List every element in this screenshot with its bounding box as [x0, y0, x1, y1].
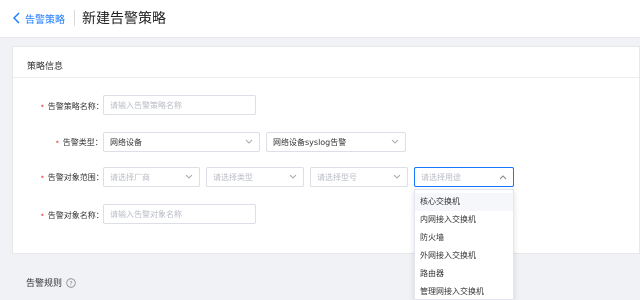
back-link-label: 告警策略	[25, 14, 65, 26]
dropdown-option[interactable]: 核心交换机	[415, 193, 513, 211]
vendor-select[interactable]: 请选择厂商	[103, 167, 200, 187]
required-mark: •	[40, 211, 45, 220]
device-type-select[interactable]: 请选择类型	[206, 167, 304, 187]
alarm-object-label: • 告警对象名称：	[40, 211, 104, 220]
dropdown-option[interactable]: 防火墙	[415, 229, 513, 247]
dropdown-option[interactable]: 管理网接入交换机	[415, 283, 513, 300]
back-link[interactable]: 告警策略	[12, 10, 65, 26]
alarm-scope-label: • 告警对象范围：	[40, 173, 104, 182]
page-title: 新建告警策略	[82, 11, 166, 27]
chevron-down-icon	[391, 139, 399, 144]
dropdown-option[interactable]: 路由器	[415, 265, 513, 283]
strategy-name-label: • 告警策略名称：	[40, 102, 104, 111]
chevron-down-icon	[393, 174, 401, 179]
strategy-name-input[interactable]: 请输入告警策略名称	[103, 95, 256, 115]
alarm-object-input[interactable]: 请输入告警对象名称	[103, 204, 256, 224]
help-icon[interactable]: ?	[66, 277, 76, 288]
chevron-down-icon	[289, 174, 297, 179]
svg-text:?: ?	[69, 279, 72, 287]
alarm-subtype-select[interactable]: 网络设备syslog告警	[266, 132, 406, 152]
header-divider	[74, 10, 75, 26]
required-mark: •	[55, 138, 60, 147]
model-select[interactable]: 请选择型号	[310, 167, 408, 187]
chevron-down-icon	[245, 139, 253, 144]
section-title: 告警规则	[26, 279, 63, 289]
chevron-up-icon	[499, 175, 507, 180]
card-title: 策略信息	[27, 62, 64, 72]
dropdown-option[interactable]: 外网接入交换机	[415, 247, 513, 265]
chevron-left-icon	[13, 12, 20, 24]
alarm-type-label: • 告警类型：	[55, 138, 103, 147]
alarm-type-select[interactable]: 网络设备	[103, 132, 260, 152]
usage-dropdown: 核心交换机 内网接入交换机 防火墙 外网接入交换机 路由器 管理网接入交换机	[414, 189, 514, 300]
alarm-rules-section: 告警规则 ?	[26, 276, 76, 289]
card-divider	[13, 77, 639, 78]
page-header: 告警策略 新建告警策略	[0, 0, 640, 38]
required-mark: •	[40, 173, 45, 182]
usage-select[interactable]: 请选择用途	[414, 167, 514, 187]
dropdown-option[interactable]: 内网接入交换机	[415, 211, 513, 229]
chevron-down-icon	[185, 174, 193, 179]
required-mark: •	[40, 102, 45, 111]
